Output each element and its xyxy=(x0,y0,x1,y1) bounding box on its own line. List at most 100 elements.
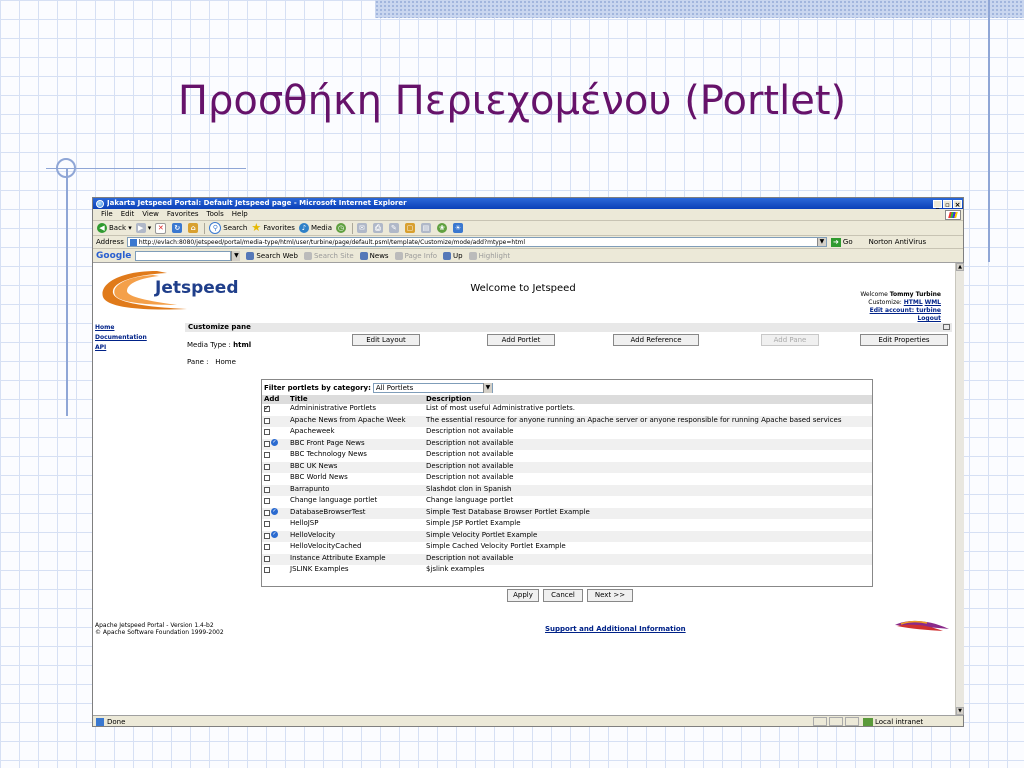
vertical-scrollbar[interactable]: ▲ ▼ xyxy=(955,263,964,715)
toolbar-separator xyxy=(351,222,353,234)
add-portlet-button[interactable]: Add Portlet xyxy=(487,334,555,346)
slide-top-band xyxy=(375,0,1024,18)
add-portlet-checkbox[interactable] xyxy=(264,440,270,447)
nav-link-api[interactable]: API xyxy=(95,344,106,351)
google-logo[interactable]: Google xyxy=(96,251,131,261)
apply-button[interactable]: Apply xyxy=(507,589,539,602)
menu-help[interactable]: Help xyxy=(228,209,252,220)
up-button[interactable]: Up xyxy=(443,251,463,260)
highlight-button[interactable]: Highlight xyxy=(468,251,510,260)
support-link[interactable]: Support and Additional Information xyxy=(545,625,686,633)
norton-antivirus-button[interactable]: Norton AntiVirus xyxy=(869,238,927,246)
home-icon: ⌂ xyxy=(188,223,199,233)
refresh-button[interactable]: ↻ xyxy=(172,223,184,233)
folder-button[interactable]: ▢ xyxy=(404,223,417,233)
menu-favorites[interactable]: Favorites xyxy=(163,209,203,220)
binoculars-icon xyxy=(303,251,312,260)
address-input[interactable]: http://evlach:8080/jetspeed/portal/media… xyxy=(126,237,827,247)
nav-link-home[interactable]: Home xyxy=(95,324,114,331)
menu-view[interactable]: View xyxy=(138,209,163,220)
cancel-button[interactable]: Cancel xyxy=(543,589,583,602)
add-reference-button[interactable]: Add Reference xyxy=(613,334,699,346)
address-url: http://evlach:8080/jetspeed/portal/media… xyxy=(138,238,526,246)
edit-page-button[interactable]: ✎ xyxy=(388,223,401,233)
add-pane-button[interactable]: Add Pane xyxy=(761,334,819,346)
status-bar: Done Local intranet xyxy=(93,715,963,727)
stop-button[interactable]: ✕ xyxy=(155,222,168,234)
category-select[interactable]: All Portlets ▼ xyxy=(372,383,493,393)
menu-edit[interactable]: Edit xyxy=(117,209,139,220)
add-portlet-checkbox[interactable] xyxy=(264,509,270,516)
edit-properties-button[interactable]: Edit Properties xyxy=(860,334,948,346)
add-cell xyxy=(262,496,288,508)
status-cell xyxy=(829,717,843,726)
minimize-button[interactable]: _ xyxy=(933,199,942,209)
media-button[interactable]: ♪ Media xyxy=(298,223,332,233)
chevron-down-icon[interactable]: ▼ xyxy=(816,238,826,246)
research-button[interactable]: ❀ xyxy=(436,223,449,233)
menu-tools[interactable]: Tools xyxy=(203,209,228,220)
search-site-button[interactable]: Search Site xyxy=(303,251,354,260)
add-portlet-checkbox[interactable] xyxy=(264,417,270,424)
add-portlet-checkbox[interactable] xyxy=(264,463,270,470)
edit-layout-button[interactable]: Edit Layout xyxy=(352,334,420,346)
search-button[interactable]: ⚲ Search xyxy=(209,222,247,234)
add-cell: ✓ xyxy=(262,438,288,450)
customize-html-link[interactable]: HTML xyxy=(904,299,923,306)
go-arrow-icon: ➜ xyxy=(830,237,841,247)
next-button[interactable]: Next >> xyxy=(587,589,633,602)
jetspeed-logo: Jetspeed xyxy=(102,271,239,310)
page-icon xyxy=(96,717,104,726)
chevron-down-icon[interactable]: ▼ xyxy=(231,250,241,261)
highlighter-icon xyxy=(468,251,477,260)
scroll-up-arrow-icon[interactable]: ▲ xyxy=(956,263,964,271)
menu-file[interactable]: File xyxy=(97,209,117,220)
forward-button[interactable]: ▶ ▾ xyxy=(135,223,151,233)
google-search-input[interactable] xyxy=(135,250,232,261)
table-row: Apacheweek Description not available xyxy=(262,427,872,439)
messenger-button[interactable]: ▤ xyxy=(420,223,433,233)
scroll-down-arrow-icon[interactable]: ▼ xyxy=(956,707,964,715)
pane-value: Home xyxy=(215,358,236,366)
add-portlet-checkbox[interactable] xyxy=(264,452,270,458)
chevron-down-icon: ▼ xyxy=(482,383,492,393)
news-button[interactable]: News xyxy=(359,251,389,260)
add-portlet-checkbox[interactable] xyxy=(264,532,270,539)
maximize-button[interactable]: ▫ xyxy=(943,199,952,209)
chevron-down-icon: ▾ xyxy=(126,224,132,232)
add-portlet-checkbox[interactable] xyxy=(264,521,270,527)
edit-account-link[interactable]: Edit account: turbine xyxy=(870,307,941,314)
close-button[interactable]: × xyxy=(953,199,962,209)
mail-button[interactable]: ✉ xyxy=(356,223,369,233)
customize-wml-link[interactable]: WML xyxy=(925,299,941,306)
page-info-button[interactable]: Page Info xyxy=(394,251,437,260)
favorites-button[interactable]: ★ Favorites xyxy=(251,222,295,233)
discuss-button[interactable]: ☀ xyxy=(452,223,465,233)
add-portlet-checkbox[interactable] xyxy=(264,555,270,562)
search-web-button[interactable]: Search Web xyxy=(246,251,298,260)
add-portlet-checkbox[interactable] xyxy=(264,498,270,504)
history-button[interactable]: ◷ xyxy=(335,223,348,233)
up-label: Up xyxy=(453,251,463,260)
home-button[interactable]: ⌂ xyxy=(188,223,200,233)
add-portlet-checkbox[interactable] xyxy=(264,429,270,435)
add-portlet-checkbox[interactable] xyxy=(264,486,270,493)
intranet-icon xyxy=(863,717,873,726)
history-icon: ◷ xyxy=(335,223,346,233)
go-button[interactable]: ➜ Go xyxy=(830,237,853,247)
add-portlet-checkbox[interactable] xyxy=(264,567,270,573)
back-arrow-icon: ◀ xyxy=(97,223,107,233)
logout-link[interactable]: Logout xyxy=(917,315,941,322)
table-row: BBC World News Description not available xyxy=(262,473,872,485)
portlet-rows: Admininistrative Portlets List of most us… xyxy=(262,404,872,577)
check-badge-icon: ✓ xyxy=(271,531,278,538)
add-portlet-checkbox[interactable] xyxy=(264,404,270,412)
restore-window-icon[interactable] xyxy=(943,324,950,330)
portal-nav: Home Documentation API xyxy=(95,323,147,353)
nav-link-documentation[interactable]: Documentation xyxy=(95,334,147,341)
add-portlet-checkbox[interactable] xyxy=(264,544,270,550)
add-portlet-checkbox[interactable] xyxy=(264,475,270,481)
portlet-title: BBC Front Page News xyxy=(288,438,424,450)
print-button[interactable]: ⎙ xyxy=(372,223,385,233)
back-button[interactable]: ◀ Back ▾ xyxy=(97,223,132,233)
